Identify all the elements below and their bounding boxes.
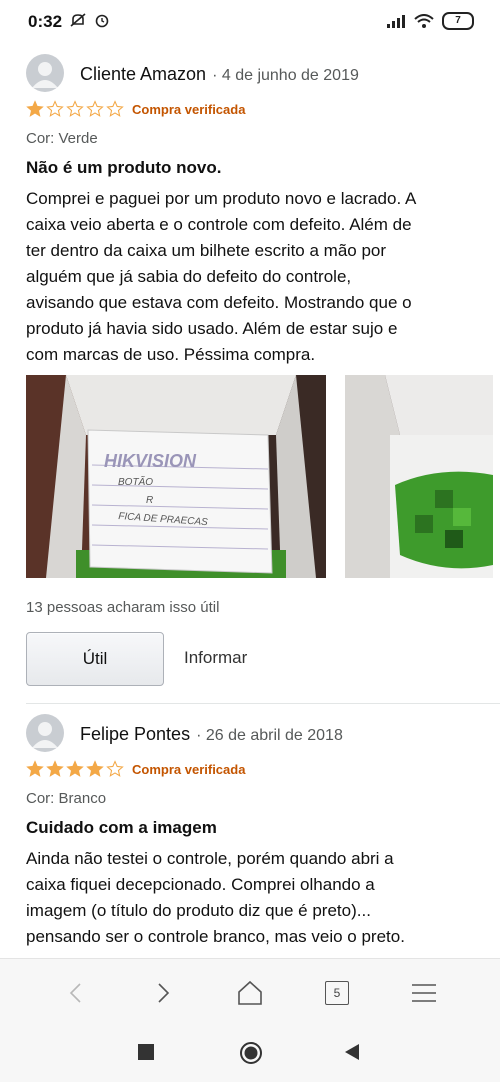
review-title: Não é um produto novo. [26,158,222,177]
divider [26,703,500,704]
reviewer-header: Cliente Amazon · 4 de junho de 2019 [80,64,359,85]
star-empty-icon [106,760,124,777]
note-text-line1: BOTÃO [118,475,153,488]
tabs-icon[interactable]: 5 [317,973,357,1013]
helpful-count: 13 pessoas acharam isso útil [26,599,220,616]
menu-icon[interactable] [404,973,444,1013]
report-link[interactable]: Informar [184,648,247,668]
note-text-line2: R [146,495,153,506]
reviewer-name[interactable]: Felipe Pontes [80,724,190,745]
avatar-icon [32,62,58,88]
signal-icon [387,15,405,28]
wifi-icon [414,14,434,28]
alarm-icon [95,14,109,28]
system-back-icon[interactable] [343,1043,361,1066]
star-filled-icon [66,760,84,777]
note-text-brand: HIKVISION [104,451,197,471]
star-rating [26,760,124,778]
reviewer-name[interactable]: Cliente Amazon [80,64,206,85]
review-body: Ainda não testei o controle, porém quand… [26,849,405,946]
review-variant: Cor: Branco [26,790,107,807]
reviewer-header: Felipe Pontes · 26 de abril de 2018 [80,724,343,745]
star-empty-icon [106,100,124,117]
tabs-count: 5 [325,981,349,1005]
star-empty-icon [46,100,64,117]
star-filled-icon [26,760,44,777]
avatar-icon [32,722,58,748]
review-image-1[interactable]: HIKVISION BOTÃO R FICA DE PRAECAS [26,375,326,578]
verified-badge: Compra verificada [132,101,246,117]
recents-icon[interactable] [138,1044,154,1060]
star-empty-icon [86,100,104,117]
status-bar: 0:32 7 [0,0,500,44]
star-filled-icon [26,100,44,117]
home-icon[interactable] [230,973,270,1013]
review-body: Comprei e paguei por um produto novo e l… [26,189,417,364]
do-not-disturb-icon [70,13,86,27]
system-navigation-bar [0,1024,500,1082]
verified-badge: Compra verificada [132,761,246,777]
back-icon[interactable] [56,973,96,1013]
star-empty-icon [66,100,84,117]
star-rating [26,100,124,118]
avatar [26,54,64,92]
browser-toolbar: 5 [0,958,500,1025]
helpful-button[interactable]: Útil [26,632,164,686]
system-home-icon[interactable] [239,1041,263,1070]
review-variant: Cor: Verde [26,130,98,147]
star-filled-icon [46,760,64,777]
review-date: · 26 de abril de 2018 [196,727,343,744]
status-time: 0:32 [28,12,63,31]
review-image-2[interactable] [345,375,493,578]
star-filled-icon [86,760,104,777]
review-date: · 4 de junho de 2019 [212,67,359,84]
avatar [26,714,64,752]
review-title: Cuidado com a imagem [26,818,217,837]
forward-icon[interactable] [143,973,183,1013]
battery-icon: 7 [442,12,474,30]
